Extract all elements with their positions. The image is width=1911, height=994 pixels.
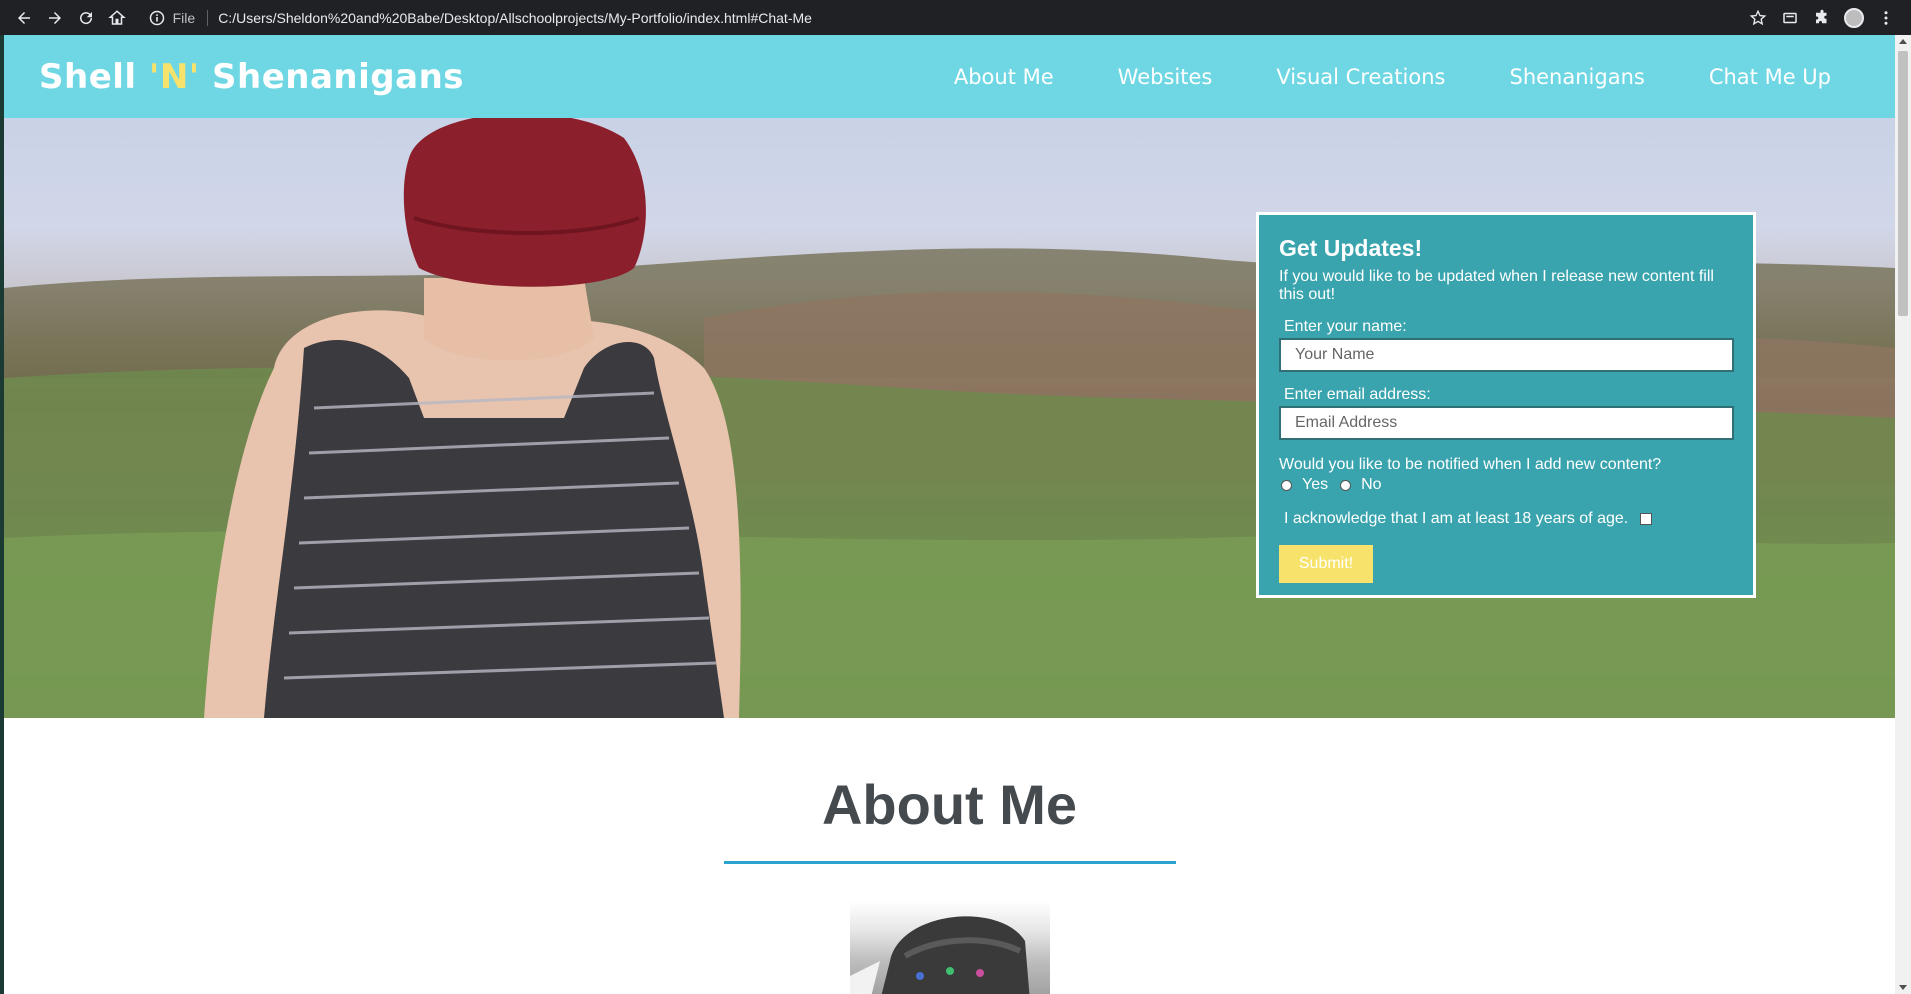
submit-button[interactable]: Submit! bbox=[1279, 545, 1373, 583]
brand-part-1: Shell bbox=[39, 56, 149, 97]
extensions-puzzle-icon[interactable] bbox=[1811, 7, 1833, 29]
scroll-thumb[interactable] bbox=[1898, 51, 1908, 316]
age-ack-checkbox[interactable] bbox=[1640, 513, 1653, 525]
get-updates-form: Get Updates! If you would like to be upd… bbox=[1256, 212, 1756, 598]
nav-link-websites[interactable]: Websites bbox=[1118, 65, 1213, 89]
page-viewport: Shell 'N' Shenanigans About Me Websites … bbox=[4, 35, 1895, 994]
scroll-up-arrow-icon[interactable] bbox=[1898, 37, 1908, 47]
url-text[interactable]: C:/Users/Sheldon%20and%20Babe/Desktop/Al… bbox=[218, 10, 812, 26]
address-bar[interactable]: File C:/Users/Sheldon%20and%20Babe/Deskt… bbox=[141, 5, 1747, 31]
info-icon[interactable] bbox=[149, 10, 165, 26]
form-description: If you would like to be updated when I r… bbox=[1279, 268, 1714, 303]
brand-part-2: Shenanigans bbox=[199, 56, 465, 97]
about-me-heading: About Me bbox=[821, 773, 1078, 836]
yes-label: Yes bbox=[1302, 476, 1329, 493]
scroll-down-arrow-icon[interactable] bbox=[1898, 982, 1908, 992]
name-input[interactable] bbox=[1279, 338, 1734, 372]
reload-icon[interactable] bbox=[70, 0, 101, 35]
brand-accent: 'N' bbox=[148, 56, 200, 97]
nav-link-shenanigans[interactable]: Shenanigans bbox=[1509, 65, 1644, 89]
back-arrow-icon[interactable] bbox=[8, 0, 39, 35]
bookmark-star-icon[interactable] bbox=[1747, 7, 1769, 29]
page-scrollbar[interactable] bbox=[1895, 35, 1911, 994]
notify-question: Would you like to be notified when I add… bbox=[1279, 456, 1662, 473]
name-label: Enter your name: bbox=[1284, 318, 1407, 335]
nav-link-visual-creations[interactable]: Visual Creations bbox=[1276, 65, 1445, 89]
browser-toolbar: File C:/Users/Sheldon%20and%20Babe/Deskt… bbox=[0, 0, 1911, 35]
about-divider bbox=[724, 861, 1176, 864]
email-label: Enter email address: bbox=[1284, 386, 1431, 403]
profile-avatar-icon[interactable] bbox=[1843, 7, 1865, 29]
forward-arrow-icon[interactable] bbox=[39, 0, 70, 35]
file-scheme-label: File bbox=[172, 9, 196, 26]
notify-options: Yes No bbox=[1279, 476, 1733, 494]
form-title: Get Updates! bbox=[1279, 235, 1423, 261]
site-header: Shell 'N' Shenanigans About Me Websites … bbox=[4, 35, 1895, 118]
site-nav: About Me Websites Visual Creations Shena… bbox=[954, 65, 1831, 89]
address-separator bbox=[207, 9, 209, 26]
home-icon[interactable] bbox=[101, 0, 132, 35]
email-input[interactable] bbox=[1279, 406, 1734, 440]
no-radio[interactable] bbox=[1340, 479, 1352, 491]
nav-link-chat-me-up[interactable]: Chat Me Up bbox=[1709, 65, 1831, 89]
site-logo-text[interactable]: Shell 'N' Shenanigans bbox=[39, 57, 464, 97]
age-ack-label: I acknowledge that I am at least 18 year… bbox=[1284, 510, 1629, 527]
person-figure bbox=[204, 118, 741, 718]
about-photo bbox=[850, 901, 1050, 994]
age-acknowledgement: I acknowledge that I am at least 18 year… bbox=[1284, 510, 1733, 528]
cast-icon[interactable] bbox=[1779, 7, 1801, 29]
yes-radio[interactable] bbox=[1281, 479, 1292, 491]
no-label: No bbox=[1361, 476, 1382, 493]
nav-link-about-me[interactable]: About Me bbox=[954, 65, 1054, 89]
menu-kebab-icon[interactable] bbox=[1875, 7, 1897, 29]
